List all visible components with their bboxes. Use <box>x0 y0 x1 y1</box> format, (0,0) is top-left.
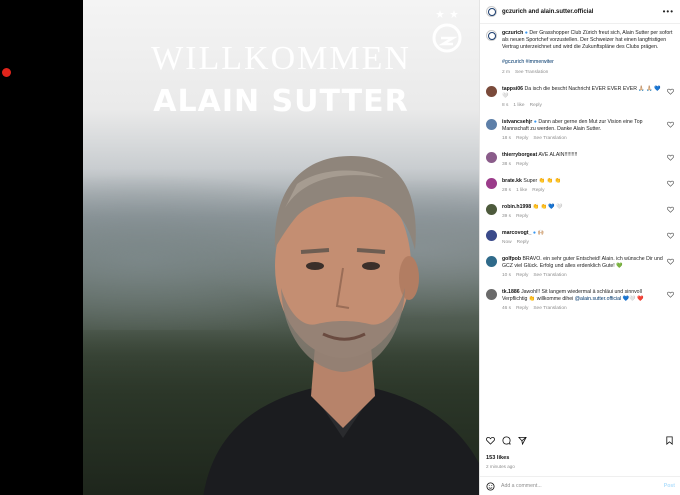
comment-time: 8 s <box>502 103 509 109</box>
reply-link[interactable]: Reply <box>516 213 528 220</box>
comment-text-tail: 💙🤍 ❤️ <box>621 296 644 303</box>
comment-username[interactable]: robin.h1998 <box>502 204 531 210</box>
caption-hashtags[interactable]: #gczurich #immerwiter <box>502 59 675 66</box>
reply-link[interactable]: Reply <box>516 272 528 279</box>
reply-link[interactable]: Reply <box>516 135 528 142</box>
comment-username[interactable]: golfpob <box>502 256 521 262</box>
post-time: 2 minutes ago <box>486 464 515 469</box>
post-caption: gczurich ● Der Grasshopper Club Zürich f… <box>486 30 675 76</box>
likes-count[interactable]: 153 likes <box>486 455 509 461</box>
reply-link[interactable]: Reply <box>516 161 528 168</box>
comment-item: golfpob BRAVO. ein sehr guter Entscheid!… <box>486 256 675 279</box>
comment-mention[interactable]: @alain.sutter.official <box>575 296 621 302</box>
heart-icon[interactable] <box>667 291 674 298</box>
commenter-avatar[interactable] <box>486 119 497 131</box>
comment-item: tappsi06 Da isch die bescht Nachricht EV… <box>486 86 675 109</box>
commenter-avatar[interactable] <box>486 256 497 268</box>
caption-username[interactable]: gczurich <box>502 30 523 36</box>
comment-username[interactable]: thierryborgeat <box>502 152 537 158</box>
comment-likes[interactable]: 1 like <box>516 187 527 194</box>
photo-title: WILLKOMMEN <box>151 40 411 77</box>
heart-icon[interactable] <box>667 206 674 213</box>
comment-username[interactable]: istvancsehjr <box>502 119 532 125</box>
comments-feed[interactable]: gczurich ● Der Grasshopper Club Zürich f… <box>480 24 680 432</box>
commenter-avatar[interactable] <box>486 178 497 190</box>
comment-time: 38 s <box>502 162 512 168</box>
commenter-avatar[interactable] <box>486 230 497 242</box>
heart-icon[interactable] <box>667 232 674 239</box>
comment-time: 10 s <box>502 273 512 279</box>
more-icon[interactable]: ••• <box>663 7 674 16</box>
comment-time: 28 s <box>502 188 512 194</box>
comment-item: robin.h1998 👏 👏 💙 🤍 39 s Reply <box>486 204 675 220</box>
comment-username[interactable]: brate.kk <box>502 178 522 184</box>
person-portrait <box>203 156 479 495</box>
commenter-avatar[interactable] <box>486 289 497 301</box>
instagram-post-viewer: WILLKOMMEN ALAIN SUTTER gczurich and ala… <box>0 0 680 495</box>
comment-time: Now <box>502 240 512 246</box>
comment-text: Super 👏 👏 👏 <box>523 178 561 185</box>
see-translation-link[interactable]: See Translation <box>533 135 566 142</box>
heart-icon[interactable] <box>667 88 674 95</box>
comment-item: tk.1886 Jawohl!! Sit langem wiedermal ä … <box>486 289 675 312</box>
comment-text: AVE ALAIN!!!!!!!!! <box>538 152 578 159</box>
comment-time: 39 s <box>502 214 512 220</box>
heart-icon[interactable] <box>486 436 495 445</box>
comment-input[interactable]: Add a comment... <box>501 483 542 489</box>
commenter-avatar[interactable] <box>486 204 497 216</box>
commenter-avatar[interactable] <box>486 152 497 164</box>
comment-text: 🙌🏼 <box>537 230 544 237</box>
verified-icon: ● <box>524 30 528 36</box>
comment-username[interactable]: tappsi06 <box>502 86 523 92</box>
post-photo[interactable]: WILLKOMMEN ALAIN SUTTER <box>83 0 479 495</box>
comment-text: BRAVO. ein sehr guter Entscheid! Alain. … <box>502 256 663 270</box>
caption-text: Der Grasshopper Club Zürich freut sich, … <box>502 30 673 51</box>
comment-text: 👏 👏 💙 🤍 <box>532 204 563 211</box>
add-comment-bar: Add a comment... Post <box>480 476 680 495</box>
reply-link[interactable]: Reply <box>516 305 528 312</box>
comment-username[interactable]: tk.1886 <box>502 289 520 295</box>
see-translation-link[interactable]: See Translation <box>515 69 548 76</box>
caption-time: 2 m <box>502 69 510 75</box>
heart-icon[interactable] <box>667 154 674 161</box>
share-icon[interactable] <box>518 436 527 445</box>
commenter-avatar[interactable] <box>486 86 497 98</box>
comment-username[interactable]: marcovogt_ <box>502 230 531 236</box>
post-comment-button[interactable]: Post <box>664 483 675 489</box>
gczurich-avatar[interactable] <box>486 6 497 17</box>
post-authors[interactable]: gczurich and alain.sutter.official <box>502 9 593 15</box>
comment-time: 46 s <box>502 306 512 312</box>
comment-item: thierryborgeat AVE ALAIN!!!!!!!!! 38 s R… <box>486 152 675 168</box>
heart-icon[interactable] <box>667 121 674 128</box>
emoji-icon[interactable] <box>486 481 495 491</box>
bookmark-icon[interactable] <box>665 436 674 445</box>
reply-link[interactable]: Reply <box>530 102 542 109</box>
comment-item: brate.kk Super 👏 👏 👏 28 s 1 like Reply <box>486 178 675 194</box>
reply-link[interactable]: Reply <box>517 239 529 246</box>
post-sidebar: gczurich and alain.sutter.official ••• g… <box>479 0 680 495</box>
recording-dot <box>2 68 11 77</box>
comment-item: istvancsehjr ● Dann aber gerne den Mut z… <box>486 119 675 142</box>
post-header: gczurich and alain.sutter.official ••• <box>480 0 680 24</box>
photo-name: ALAIN SUTTER <box>153 84 409 119</box>
see-translation-link[interactable]: See Translation <box>533 272 566 279</box>
see-translation-link[interactable]: See Translation <box>533 305 566 312</box>
comment-time: 18 s <box>502 136 512 142</box>
caption-avatar[interactable] <box>486 30 497 41</box>
heart-icon[interactable] <box>667 180 674 187</box>
post-actions <box>486 436 674 445</box>
verified-icon: ● <box>533 119 537 126</box>
comment-text: Da isch die bescht Nachricht EVER EVER E… <box>502 86 661 100</box>
comment-item: marcovogt_ ● 🙌🏼 Now Reply <box>486 230 675 246</box>
reply-link[interactable]: Reply <box>532 187 544 194</box>
comment-likes[interactable]: 1 like <box>513 102 524 109</box>
verified-icon: ● <box>532 230 536 237</box>
heart-icon[interactable] <box>667 258 674 265</box>
comment-icon[interactable] <box>502 436 511 445</box>
